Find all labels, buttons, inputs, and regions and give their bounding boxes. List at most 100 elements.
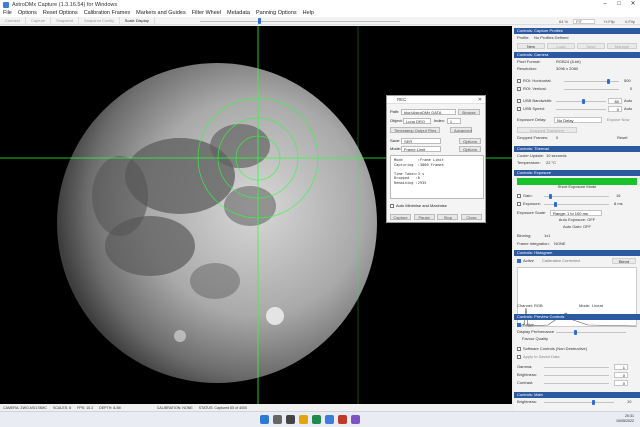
exposure-thumb[interactable] — [554, 202, 557, 207]
v-flip-button[interactable]: V-Flip — [620, 19, 640, 24]
path-field[interactable]: ktop\AstroDMx DATA — [401, 108, 456, 115]
menu-help[interactable]: Help — [300, 9, 317, 17]
scale-slider-track[interactable] — [200, 20, 400, 22]
histogram-header[interactable]: Controls: Histogram — [514, 250, 640, 256]
start-icon[interactable] — [260, 415, 269, 424]
snapshot-button[interactable]: Snapshot — [51, 17, 80, 24]
menu-reset-options[interactable]: Reset Options — [40, 9, 81, 17]
connect-button[interactable]: Connect — [0, 17, 26, 24]
close-button[interactable]: ✕ — [626, 0, 640, 9]
histogram-blend-button[interactable]: Blend — [612, 258, 636, 264]
usb-speed-slider[interactable] — [556, 109, 606, 111]
cooler-update-value[interactable]: 10 seconds — [546, 153, 566, 159]
contrast-value[interactable]: 0 — [614, 380, 628, 386]
search-icon[interactable] — [273, 415, 282, 424]
file-explorer-icon[interactable] — [299, 415, 308, 424]
timestamp-output-button[interactable]: Timestamp Output Files — [390, 126, 440, 133]
app-icon-purple[interactable] — [351, 415, 360, 424]
apply-saved-checkbox[interactable] — [517, 355, 521, 359]
auto-exposure-button[interactable]: Auto Exposure: OFF — [517, 217, 637, 223]
exposure-header[interactable]: Controls: Exposure — [514, 170, 640, 176]
main-controls-header[interactable]: Controls: Main — [514, 392, 640, 398]
gain-slider[interactable] — [544, 196, 609, 198]
profile-manage-button[interactable]: Manage — [607, 43, 637, 49]
usb-bandwidth-value[interactable]: 80 — [608, 98, 622, 104]
pixel-format-value[interactable]: RGB24 (8-bit) — [556, 59, 581, 65]
minimize-button[interactable]: – — [598, 0, 612, 9]
main-brightness-slider[interactable] — [544, 402, 614, 404]
histogram-mode-value[interactable]: Linear — [592, 303, 603, 309]
contrast-slider[interactable] — [544, 383, 609, 385]
preview-active-checkbox[interactable] — [517, 323, 521, 327]
scale-slider-thumb[interactable] — [258, 18, 261, 24]
gain-checkbox[interactable] — [517, 194, 521, 198]
preview-brightness-value[interactable]: 0 — [614, 372, 628, 378]
fit-select[interactable]: FIT — [573, 18, 596, 24]
menu-filter-wheel[interactable]: Filter Wheel — [189, 9, 224, 17]
capture-profiles-header[interactable]: Controls: Capture Profiles — [514, 28, 640, 34]
menu-panning-options[interactable]: Panning Options — [253, 9, 300, 17]
profile-save-button[interactable]: Save — [577, 43, 605, 49]
auto-gain-button[interactable]: Auto Gain: OFF — [517, 224, 637, 230]
app-icon-red[interactable] — [338, 415, 347, 424]
profile-load-button[interactable]: Load — [547, 43, 575, 49]
gamma-slider[interactable] — [544, 367, 609, 369]
menu-file[interactable]: File — [0, 9, 15, 17]
menu-metadata[interactable]: Metadata — [224, 9, 253, 17]
menu-markers-guides[interactable]: Markers and Guides — [133, 9, 189, 17]
software-controls-checkbox[interactable] — [517, 347, 521, 351]
display-performance-slider[interactable] — [556, 332, 626, 334]
browser-icon[interactable] — [312, 415, 321, 424]
usb-bandwidth-auto[interactable]: Auto — [624, 98, 632, 104]
resolution-value[interactable]: 3096 x 2080 — [556, 66, 578, 72]
save-format-select[interactable]: SER — [401, 137, 441, 144]
menu-options[interactable]: Options — [15, 9, 40, 17]
reset-button[interactable]: Reset — [617, 135, 627, 141]
index-field[interactable]: 1 — [446, 117, 461, 124]
histogram-active-checkbox[interactable] — [517, 259, 521, 263]
usb-bandwidth-checkbox[interactable] — [517, 99, 521, 103]
short-exposure-mode-button[interactable]: Short Exposure Mode — [517, 184, 637, 190]
snapshot-config-button[interactable]: Snapshot Config — [79, 17, 120, 24]
mode-select[interactable]: Frame Limit — [401, 145, 441, 152]
auto-minimise-checkbox[interactable] — [390, 203, 394, 208]
profile-new-button[interactable]: New — [517, 43, 545, 49]
exposure-checkbox[interactable] — [517, 202, 521, 206]
preview-brightness-slider[interactable] — [544, 375, 609, 377]
exposure-delay-select[interactable]: No Delay — [554, 117, 602, 123]
roi-h-slider[interactable] — [564, 81, 619, 83]
system-clock[interactable]: 20:31 19/05/2022 — [616, 414, 634, 424]
main-brightness-thumb[interactable] — [592, 400, 595, 405]
profile-value[interactable]: No Profiles Defined — [534, 35, 568, 41]
dropped-transform-button[interactable]: Dropped Transform — [517, 127, 577, 133]
usb-speed-checkbox[interactable] — [517, 107, 521, 111]
save-options-button[interactable]: Options — [459, 137, 481, 144]
task-view-icon[interactable] — [286, 415, 295, 424]
gain-thumb[interactable] — [549, 194, 552, 199]
dialog-pause-button[interactable]: Pause — [413, 214, 435, 220]
browse-button[interactable]: Browse — [458, 108, 480, 115]
usb-speed-auto[interactable]: Auto — [624, 106, 632, 112]
thermal-header[interactable]: Controls: Thermal — [514, 146, 640, 152]
close-icon[interactable]: ✕ — [478, 96, 482, 104]
usb-bandwidth-slider[interactable] — [556, 101, 606, 103]
gamma-value[interactable]: 1 — [614, 364, 628, 370]
mode-options-button[interactable]: Options — [459, 145, 481, 152]
dialog-close-button[interactable]: Close — [460, 214, 482, 220]
capture-button[interactable]: Capture — [26, 17, 52, 24]
roi-v-checkbox[interactable] — [517, 87, 521, 91]
advanced-button[interactable]: Advanced — [450, 126, 472, 133]
roi-v-slider[interactable] — [564, 89, 619, 91]
frame-integration-value[interactable]: NONE — [554, 241, 566, 247]
display-performance-thumb[interactable] — [574, 330, 577, 335]
astrodmx-taskbar-icon[interactable] — [325, 415, 334, 424]
roi-h-checkbox[interactable] — [517, 79, 521, 83]
dialog-stop-button[interactable]: Stop — [437, 214, 459, 220]
dialog-capture-button[interactable]: Capture — [390, 214, 411, 220]
object-field[interactable]: Luna DRO — [403, 117, 431, 124]
preview-controls-header[interactable]: Controls: Preview Controls — [514, 314, 640, 320]
histogram-channel-value[interactable]: RGB — [534, 303, 543, 309]
roi-h-thumb[interactable] — [607, 79, 610, 84]
binning-value[interactable]: 1x1 — [544, 233, 550, 239]
menu-calibration-frames[interactable]: Calibration Frames — [81, 9, 133, 17]
